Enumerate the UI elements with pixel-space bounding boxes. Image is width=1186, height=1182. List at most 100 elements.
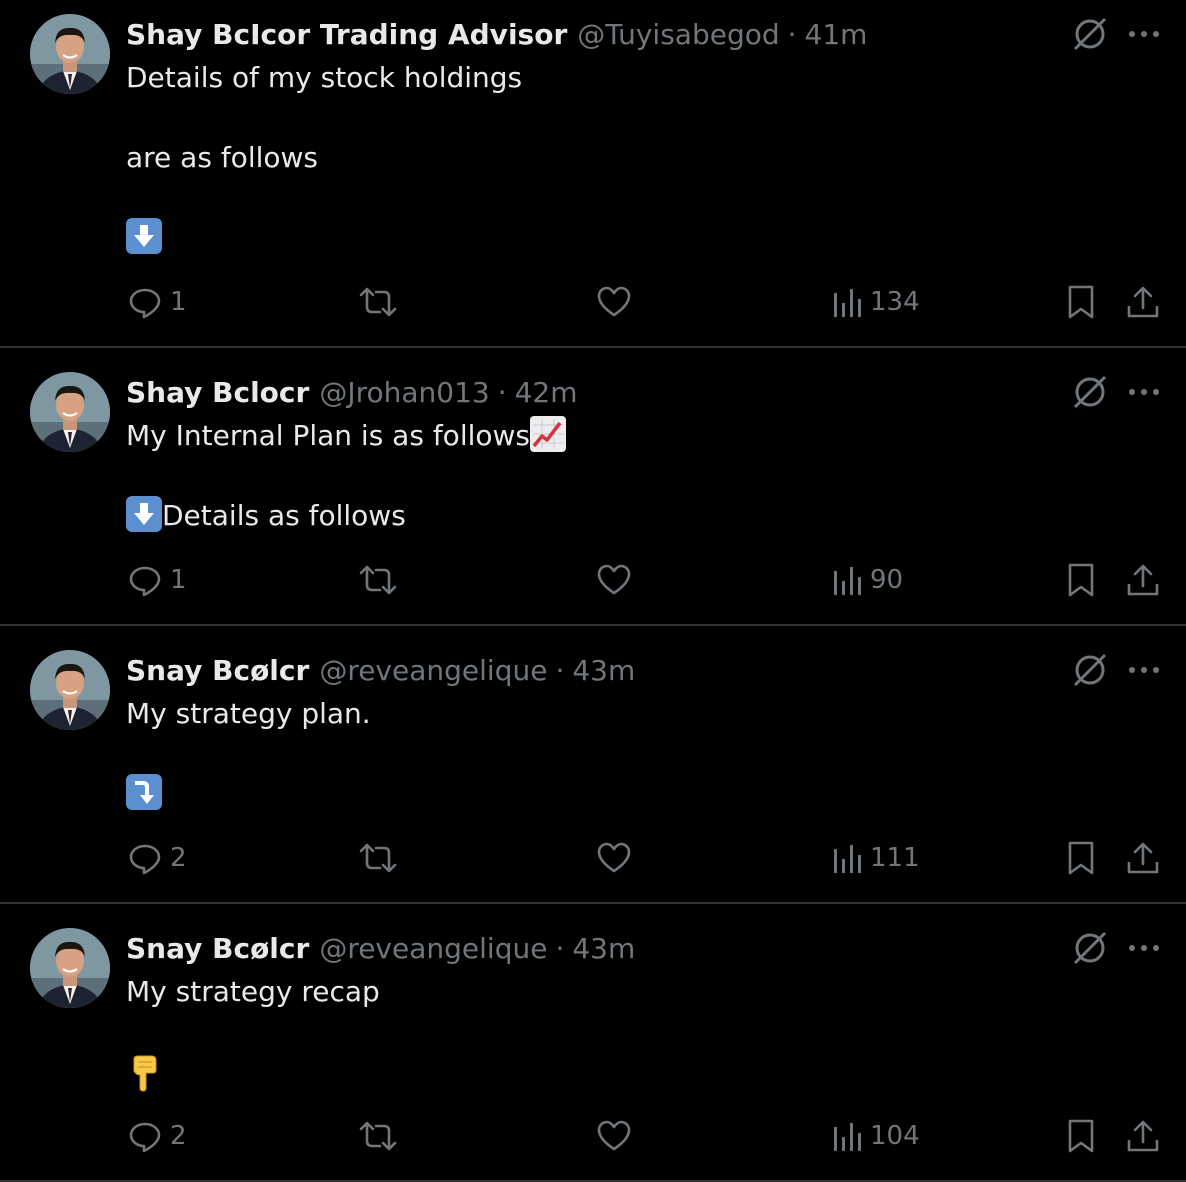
reply-icon: [128, 841, 162, 875]
grok-icon[interactable]: [1070, 372, 1110, 412]
author-handle[interactable]: @reveangelique: [319, 654, 547, 687]
tweet-emoji-line: [126, 1052, 162, 1093]
views-button[interactable]: 90: [832, 560, 903, 600]
more-icon[interactable]: [1126, 650, 1162, 690]
grok-icon[interactable]: [1070, 650, 1110, 690]
tweet-header: Shay Bclocr @Jrohan013 · 42m: [126, 372, 578, 412]
like-icon: [596, 841, 632, 875]
reply-icon: [128, 1119, 162, 1153]
tweet[interactable]: Snay Bcølcr @reveangelique · 43m My stra…: [0, 904, 1186, 1180]
pointing-down-hand-emoji: [126, 1053, 162, 1093]
views-icon: [832, 1119, 862, 1153]
share-button[interactable]: [1126, 838, 1160, 878]
views-button[interactable]: 104: [832, 1116, 920, 1156]
tweet[interactable]: Shay Bclocr @Jrohan013 · 42m My Internal…: [0, 348, 1186, 624]
author-handle[interactable]: @Jrohan013: [319, 376, 489, 409]
reply-count: 2: [170, 1121, 187, 1151]
retweet-icon: [358, 563, 398, 597]
bookmark-icon: [1066, 562, 1096, 598]
tweet-emoji-line: [126, 218, 162, 258]
avatar[interactable]: [30, 928, 110, 1008]
timestamp[interactable]: 43m: [572, 654, 635, 687]
reply-icon: [128, 563, 162, 597]
tweet-actions: 2 111: [0, 838, 1186, 878]
retweet-button[interactable]: [358, 560, 398, 600]
tweet-text-line: My Internal Plan is as follows: [126, 416, 566, 456]
retweet-button[interactable]: [358, 282, 398, 322]
tweet-text-line: My strategy plan.: [126, 697, 371, 730]
author-name[interactable]: Snay Bcølcr: [126, 932, 309, 965]
timestamp[interactable]: 42m: [515, 376, 578, 409]
share-icon: [1126, 840, 1160, 876]
tweet-text-line: are as follows: [126, 141, 318, 174]
retweet-icon: [358, 841, 398, 875]
avatar[interactable]: [30, 372, 110, 452]
views-icon: [832, 563, 862, 597]
bookmark-button[interactable]: [1066, 1116, 1096, 1156]
like-button[interactable]: [596, 560, 632, 600]
tweet[interactable]: Shay BcIcor Trading Advisor @Tuyisabegod…: [0, 0, 1186, 346]
like-button[interactable]: [596, 1116, 632, 1156]
retweet-button[interactable]: [358, 838, 398, 878]
share-button[interactable]: [1126, 282, 1160, 322]
tweet[interactable]: Snay Bcølcr @reveangelique · 43m My stra…: [0, 626, 1186, 902]
like-button[interactable]: [596, 838, 632, 878]
tweet-text-line: Details of my stock holdings: [126, 61, 523, 94]
separator: ·: [555, 653, 565, 687]
tweet-actions: 2 104: [0, 1116, 1186, 1156]
tweet-text-line: Details as follows: [126, 496, 406, 536]
bookmark-icon: [1066, 1118, 1096, 1154]
tweet-emoji-line: [126, 774, 162, 814]
reply-button[interactable]: 2: [128, 1116, 187, 1156]
like-button[interactable]: [596, 282, 632, 322]
like-icon: [596, 285, 632, 319]
author-name[interactable]: Shay Bclocr: [126, 376, 309, 409]
separator: ·: [497, 375, 507, 409]
author-handle[interactable]: @Tuyisabegod: [577, 18, 779, 51]
share-icon: [1126, 562, 1160, 598]
reply-button[interactable]: 1: [128, 282, 187, 322]
arrow-down-emoji: [126, 218, 162, 254]
more-icon[interactable]: [1126, 14, 1162, 54]
more-icon[interactable]: [1126, 928, 1162, 968]
grok-icon[interactable]: [1070, 928, 1110, 968]
tweet-text-line: My strategy recap: [126, 975, 380, 1008]
author-name[interactable]: Shay BcIcor Trading Advisor: [126, 18, 567, 51]
timestamp[interactable]: 41m: [805, 18, 868, 51]
more-icon[interactable]: [1126, 372, 1162, 412]
tweet-header: Snay Bcølcr @reveangelique · 43m: [126, 650, 635, 690]
author-name[interactable]: Snay Bcølcr: [126, 654, 309, 687]
share-icon: [1126, 284, 1160, 320]
view-count: 90: [870, 565, 904, 595]
arrow-down-emoji: [126, 496, 162, 532]
views-button[interactable]: 134: [832, 282, 920, 322]
view-count: 111: [870, 843, 920, 873]
bookmark-button[interactable]: [1066, 560, 1096, 600]
bookmark-button[interactable]: [1066, 282, 1096, 322]
grok-icon[interactable]: [1070, 14, 1110, 54]
bookmark-button[interactable]: [1066, 838, 1096, 878]
timestamp[interactable]: 43m: [572, 932, 635, 965]
share-button[interactable]: [1126, 560, 1160, 600]
retweet-icon: [358, 1119, 398, 1153]
bookmark-icon: [1066, 284, 1096, 320]
separator: ·: [787, 17, 797, 51]
share-button[interactable]: [1126, 1116, 1160, 1156]
views-icon: [832, 285, 862, 319]
retweet-button[interactable]: [358, 1116, 398, 1156]
bookmark-icon: [1066, 840, 1096, 876]
tweet-header: Shay BcIcor Trading Advisor @Tuyisabegod…: [126, 14, 867, 54]
avatar[interactable]: [30, 650, 110, 730]
separator: ·: [555, 931, 565, 965]
view-count: 104: [870, 1121, 920, 1151]
reply-count: 2: [170, 843, 187, 873]
tweet-text: Details as follows: [162, 499, 406, 532]
reply-button[interactable]: 1: [128, 560, 187, 600]
reply-button[interactable]: 2: [128, 838, 187, 878]
tweet-text: My Internal Plan is as follows: [126, 419, 530, 452]
avatar[interactable]: [30, 14, 110, 94]
retweet-icon: [358, 285, 398, 319]
author-handle[interactable]: @reveangelique: [319, 932, 547, 965]
reply-count: 1: [170, 287, 187, 317]
views-button[interactable]: 111: [832, 838, 920, 878]
